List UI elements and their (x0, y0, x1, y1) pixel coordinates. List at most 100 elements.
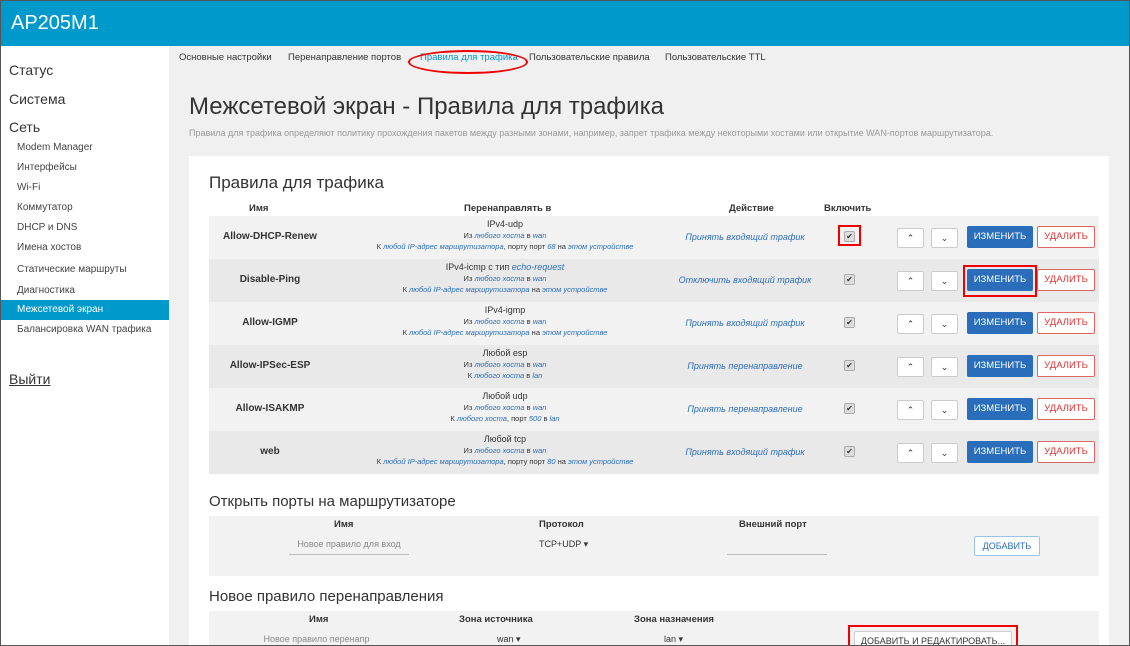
enable-checkbox[interactable]: ✔ (844, 446, 855, 457)
table-row: Allow-IGMP IPv4-igmp Из любого хоста в w… (209, 302, 1099, 345)
enable-checkbox[interactable]: ✔ (844, 274, 855, 285)
table-row: Allow-ISAKMP Любой udp Из любого хоста в… (209, 388, 1099, 431)
move-up-button[interactable]: ⌃ (897, 357, 924, 377)
sidebar-item-wifi[interactable]: Wi-Fi (1, 178, 169, 198)
sidebar: Статус Система Сеть Modem Manager Интерф… (1, 46, 169, 645)
edit-button[interactable]: ИЗМЕНИТЬ (967, 226, 1033, 248)
new-forward-title: Новое правило перенаправления (209, 588, 444, 605)
open-ports-external-port-header: Внешний порт (739, 519, 807, 530)
col-enable-header: Включить (824, 203, 872, 214)
new-forward-name-input[interactable]: Новое правило перенапр (259, 632, 374, 645)
dst-zone-header: Зона назначения (634, 614, 714, 625)
rule-name: Allow-ISAKMP (235, 403, 305, 414)
table-row: Allow-IPSec-ESP Любой esp Из любого хост… (209, 345, 1099, 388)
rule-forward: Любой udp Из любого хоста в wan К любого… (450, 391, 560, 423)
tab-general[interactable]: Основные настройки (179, 52, 272, 63)
delete-button[interactable]: УДАЛИТЬ (1037, 355, 1095, 377)
move-down-button[interactable]: ⌄ (931, 400, 958, 420)
move-up-button[interactable]: ⌃ (897, 314, 924, 334)
move-down-button[interactable]: ⌄ (931, 443, 958, 463)
page-title: Межсетевой экран - Правила для трафика (189, 93, 664, 120)
col-action-header: Действие (729, 203, 774, 214)
rule-forward: IPv4-icmp с тип echo-request Из любого х… (402, 262, 608, 294)
page-description: Правила для трафика определяют политику … (189, 128, 994, 138)
edit-button[interactable]: ИЗМЕНИТЬ (967, 312, 1033, 334)
sidebar-item-network[interactable]: Сеть (9, 119, 40, 135)
rule-forward: Любой esp Из любого хоста в wan К любого… (463, 348, 547, 380)
sidebar-item-hostnames[interactable]: Имена хостов (1, 238, 169, 258)
sidebar-item-static-routes[interactable]: Статические маршруты (1, 260, 169, 280)
rule-action: Принять перенаправление (687, 404, 803, 414)
sidebar-item-firewall[interactable]: Межсетевой экран (1, 300, 169, 320)
add-button[interactable]: ДОБАВИТЬ (974, 536, 1040, 556)
rule-forward: IPv4-igmp Из любого хоста в wan К любой … (402, 305, 608, 337)
sidebar-item-switch[interactable]: Коммутатор (1, 198, 169, 218)
move-up-button[interactable]: ⌃ (897, 443, 924, 463)
rule-action: Отключить входящий трафик (678, 275, 812, 285)
rules-panel: Правила для трафика Имя Перенаправлять в… (189, 156, 1109, 645)
move-up-button[interactable]: ⌃ (897, 228, 924, 248)
rule-action: Принять входящий трафик (685, 318, 805, 328)
brand-title[interactable]: AP205M1 (11, 12, 99, 35)
move-down-button[interactable]: ⌄ (931, 314, 958, 334)
src-zone-header: Зона источника (459, 614, 533, 625)
rule-forward: Любой tcp Из любого хоста в wan К любой … (376, 434, 634, 466)
move-up-button[interactable]: ⌃ (897, 400, 924, 420)
tab-custom-rules[interactable]: Пользовательские правила (529, 52, 650, 63)
open-ports-name-input[interactable]: Новое правило для вход (289, 537, 409, 555)
col-name-header: Имя (249, 203, 269, 214)
top-bar: AP205M1 (1, 1, 1129, 46)
delete-button[interactable]: УДАЛИТЬ (1037, 398, 1095, 420)
sidebar-item-status[interactable]: Статус (9, 62, 53, 78)
rule-name: Allow-DHCP-Renew (223, 231, 317, 242)
enable-checkbox[interactable]: ✔ (844, 403, 855, 414)
table-row: Allow-DHCP-Renew IPv4-udp Из любого хост… (209, 216, 1099, 259)
edit-button[interactable]: ИЗМЕНИТЬ (967, 355, 1033, 377)
rule-name: web (260, 446, 280, 457)
delete-button[interactable]: УДАЛИТЬ (1037, 269, 1095, 291)
enable-checkbox[interactable]: ✔ (844, 317, 855, 328)
open-ports-form: Имя Протокол Внешний порт Новое правило … (209, 516, 1099, 576)
sidebar-item-system[interactable]: Система (9, 91, 65, 107)
edit-button[interactable]: ИЗМЕНИТЬ (967, 398, 1033, 420)
open-ports-title: Открыть порты на маршрутизаторе (209, 493, 456, 510)
src-zone-select[interactable]: wan ▾ (497, 634, 521, 645)
tab-bar: Основные настройки Перенаправление порто… (169, 46, 1129, 74)
main-content: Основные настройки Перенаправление порто… (169, 46, 1129, 645)
delete-button[interactable]: УДАЛИТЬ (1037, 441, 1095, 463)
rule-action: Принять входящий трафик (685, 232, 805, 242)
protocol-select[interactable]: TCP+UDP ▾ (539, 539, 588, 550)
highlight-checkbox (838, 225, 861, 246)
move-down-button[interactable]: ⌄ (931, 228, 958, 248)
edit-button[interactable]: ИЗМЕНИТЬ (967, 441, 1033, 463)
enable-checkbox[interactable]: ✔ (844, 360, 855, 371)
logout-link[interactable]: Выйти (9, 371, 50, 387)
sidebar-item-dhcp-dns[interactable]: DHCP и DNS (1, 218, 169, 238)
rule-action: Принять перенаправление (687, 361, 803, 371)
tab-port-forwarding[interactable]: Перенаправление портов (288, 52, 401, 63)
open-ports-protocol-header: Протокол (539, 519, 584, 530)
delete-button[interactable]: УДАЛИТЬ (1037, 312, 1095, 334)
rule-action: Принять входящий трафик (685, 447, 805, 457)
table-row: web Любой tcp Из любого хоста в wan К лю… (209, 431, 1099, 474)
rule-name: Allow-IPSec-ESP (229, 360, 311, 371)
external-port-input[interactable] (727, 537, 827, 555)
rule-name: Allow-IGMP (242, 317, 298, 328)
new-forward-name-header: Имя (309, 614, 329, 625)
move-up-button[interactable]: ⌃ (897, 271, 924, 291)
move-down-button[interactable]: ⌄ (931, 271, 958, 291)
move-down-button[interactable]: ⌄ (931, 357, 958, 377)
delete-button[interactable]: УДАЛИТЬ (1037, 226, 1095, 248)
rule-name: Disable-Ping (239, 274, 301, 285)
rule-forward: IPv4-udp Из любого хоста в wan К любой I… (376, 219, 634, 251)
highlight-edit-button (963, 265, 1037, 297)
sidebar-item-wan-balancing[interactable]: Балансировка WAN трафика (1, 320, 169, 340)
highlight-add-edit-button (848, 625, 1018, 645)
tab-custom-ttl[interactable]: Пользовательские TTL (665, 52, 766, 63)
rules-section-title: Правила для трафика (209, 173, 384, 192)
sidebar-item-modem-manager[interactable]: Modem Manager (1, 138, 169, 158)
dst-zone-select[interactable]: lan ▾ (664, 634, 683, 645)
new-forward-form: Имя Зона источника Зона назначения Новое… (209, 611, 1099, 645)
sidebar-item-diagnostics[interactable]: Диагностика (1, 281, 169, 301)
sidebar-item-interfaces[interactable]: Интерфейсы (1, 158, 169, 178)
